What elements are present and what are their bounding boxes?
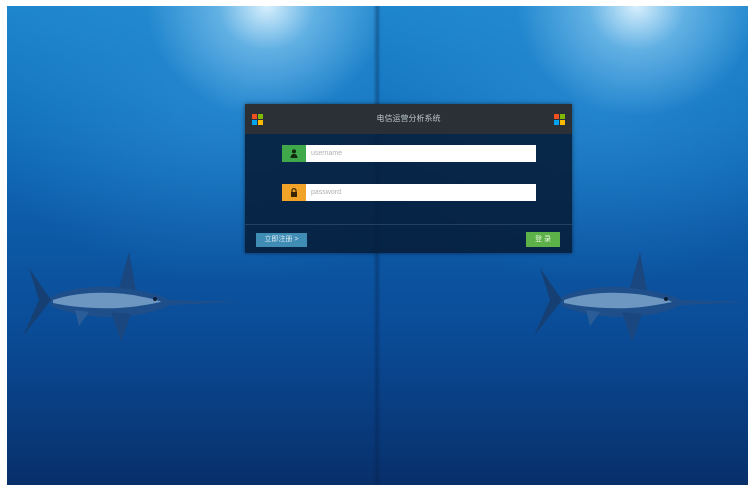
dialog-divider xyxy=(245,224,572,225)
login-dialog: 电信运营分析系统 立即注册 > 登 录 xyxy=(245,104,572,253)
lock-icon xyxy=(291,188,297,197)
user-icon xyxy=(290,149,298,158)
password-addon xyxy=(282,184,306,201)
username-addon xyxy=(282,145,306,162)
username-field xyxy=(282,145,536,162)
password-input[interactable] xyxy=(306,184,536,201)
register-button[interactable]: 立即注册 > xyxy=(256,233,307,247)
windows-logo-icon xyxy=(554,114,565,125)
dialog-header: 电信运营分析系统 xyxy=(245,104,572,134)
password-field xyxy=(282,184,536,201)
swordfish-image-left xyxy=(23,252,239,342)
login-button[interactable]: 登 录 xyxy=(526,232,560,247)
swordfish-image-right xyxy=(534,252,748,342)
dialog-title: 电信运营分析系统 xyxy=(376,114,441,123)
username-input[interactable] xyxy=(306,145,536,162)
